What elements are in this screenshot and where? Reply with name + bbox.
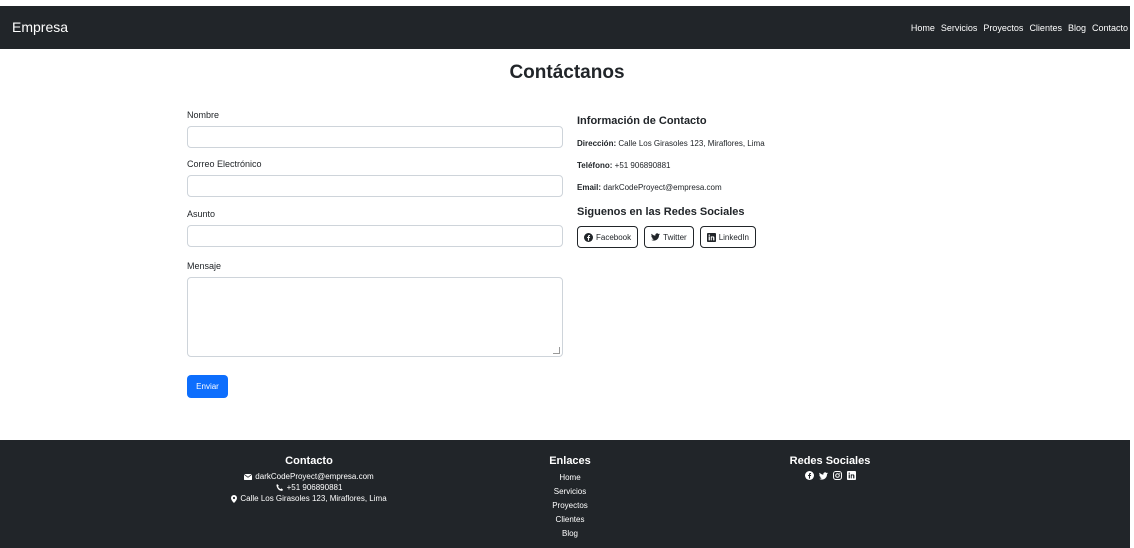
footer-link-proyectos[interactable]: Proyectos xyxy=(530,499,610,513)
nav-home[interactable]: Home xyxy=(911,23,935,33)
footer-links: Enlaces Home Servicios Proyectos Cliente… xyxy=(530,455,610,541)
social-heading: Siguenos en las Redes Sociales xyxy=(577,206,745,218)
nav-contacto[interactable]: Contacto xyxy=(1092,23,1128,33)
social-buttons: Facebook Twitter LinkedIn xyxy=(577,226,907,248)
resize-grip[interactable] xyxy=(553,347,560,354)
footer-phone-text: +51 906890881 xyxy=(286,483,343,492)
subject-input[interactable] xyxy=(187,225,563,247)
message-textarea[interactable] xyxy=(187,277,563,357)
name-label: Nombre xyxy=(187,110,220,120)
phone-value: +51 906890881 xyxy=(614,161,671,170)
linkedin-icon xyxy=(706,232,716,242)
contact-info: Información de Contacto Dirección: Calle… xyxy=(577,115,907,248)
footer-contact: Contacto darkCodeProyect@empresa.com +51… xyxy=(216,455,402,504)
subject-label: Asunto xyxy=(187,209,216,219)
email-line: Email: darkCodeProyect@empresa.com xyxy=(577,183,907,192)
navbar: Empresa Home Servicios Proyectos Cliente… xyxy=(0,6,1130,49)
twitter-label: Twitter xyxy=(663,232,687,242)
footer-social-title: Redes Sociales xyxy=(789,455,871,467)
twitter-button[interactable]: Twitter xyxy=(644,226,694,248)
contact-form: Nombre Correo Electrónico Asunto Mensaje xyxy=(187,110,563,357)
nav-blog[interactable]: Blog xyxy=(1068,23,1086,33)
twitter-icon[interactable] xyxy=(818,471,828,480)
facebook-icon[interactable] xyxy=(804,471,814,480)
footer-link-blog[interactable]: Blog xyxy=(530,527,610,541)
email-input[interactable] xyxy=(187,175,563,197)
email-label: Correo Electrónico xyxy=(187,159,262,169)
address-line: Dirección: Calle Los Girasoles 123, Mira… xyxy=(577,139,907,148)
footer-social: Redes Sociales xyxy=(780,455,880,480)
page-title: Contáctanos xyxy=(509,62,625,83)
footer-address-text: Calle Los Girasoles 123, Miraflores, Lim… xyxy=(240,494,387,503)
map-marker-icon xyxy=(231,494,238,503)
address-label: Dirección: xyxy=(577,139,617,148)
footer-link-clientes[interactable]: Clientes xyxy=(530,513,610,527)
footer-address: Calle Los Girasoles 123, Miraflores, Lim… xyxy=(216,493,402,504)
twitter-icon xyxy=(651,233,661,241)
email-label-info: Email: xyxy=(577,183,602,192)
phone-line: Teléfono: +51 906890881 xyxy=(577,161,907,170)
email-value: darkCodeProyect@empresa.com xyxy=(603,183,722,192)
send-button[interactable]: Enviar xyxy=(187,375,228,398)
footer-link-home[interactable]: Home xyxy=(530,471,610,485)
name-input[interactable] xyxy=(187,126,563,148)
facebook-label: Facebook xyxy=(596,232,632,242)
footer-link-servicios[interactable]: Servicios xyxy=(530,485,610,499)
phone-icon xyxy=(275,483,284,492)
facebook-button[interactable]: Facebook xyxy=(577,226,639,248)
facebook-icon xyxy=(584,232,593,242)
footer-phone: +51 906890881 xyxy=(216,482,402,493)
footer-email-text[interactable]: darkCodeProyect@empresa.com xyxy=(255,471,373,482)
footer: Contacto darkCodeProyect@empresa.com +51… xyxy=(0,440,1130,548)
footer-social-icons xyxy=(780,471,880,480)
brand-link[interactable]: Empresa xyxy=(12,6,68,49)
nav-servicios[interactable]: Servicios xyxy=(941,23,978,33)
footer-email: darkCodeProyect@empresa.com xyxy=(216,471,402,482)
nav-menu: Home Servicios Proyectos Clientes Blog C… xyxy=(911,6,1128,49)
linkedin-button[interactable]: LinkedIn xyxy=(699,226,756,248)
message-label: Mensaje xyxy=(187,261,222,271)
address-value: Calle Los Girasoles 123, Miraflores, Lim… xyxy=(618,139,765,148)
linkedin-icon[interactable] xyxy=(846,471,856,480)
footer-links-title: Enlaces xyxy=(549,455,591,467)
envelope-icon xyxy=(244,473,253,480)
contact-info-heading: Información de Contacto xyxy=(577,115,707,127)
nav-proyectos[interactable]: Proyectos xyxy=(983,23,1023,33)
nav-clientes[interactable]: Clientes xyxy=(1029,23,1062,33)
instagram-icon[interactable] xyxy=(832,471,842,480)
phone-label: Teléfono: xyxy=(577,161,613,170)
footer-contact-title: Contacto xyxy=(285,455,333,467)
linkedin-label: LinkedIn xyxy=(718,232,749,242)
